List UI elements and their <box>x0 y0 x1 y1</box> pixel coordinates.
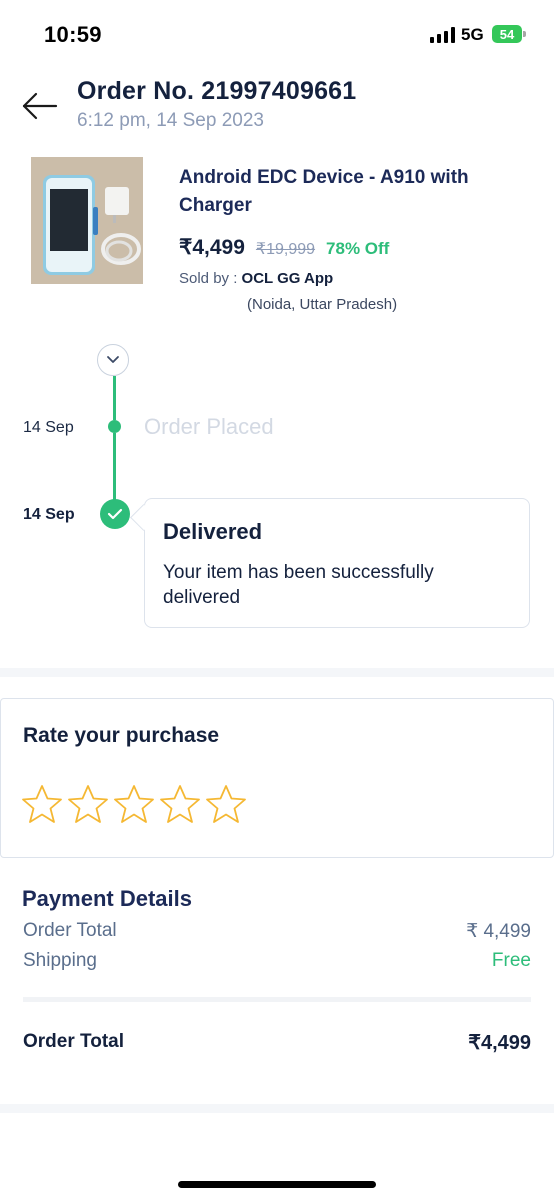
section-divider <box>0 1104 554 1113</box>
timeline-date: 14 Sep <box>23 419 74 436</box>
discount-badge: 78% Off <box>326 239 390 258</box>
product-name[interactable]: Android EDC Device - A910 with Charger <box>179 164 519 220</box>
star-icon[interactable] <box>205 783 247 825</box>
star-icon[interactable] <box>21 783 63 825</box>
star-icon[interactable] <box>67 783 109 825</box>
shipping-value: Free <box>491 950 531 971</box>
order-total-value: ₹4,499 <box>468 1032 531 1054</box>
battery-icon: 54 <box>492 25 522 43</box>
seller-location: (Noida, Uttar Pradesh) <box>247 296 398 313</box>
back-button[interactable] <box>20 88 60 124</box>
timeline-dot <box>108 420 121 433</box>
order-title: Order No. 21997409661 <box>77 77 357 105</box>
star-icon[interactable] <box>113 783 155 825</box>
timeline-date-active: 14 Sep <box>23 506 75 523</box>
cellular-signal-icon <box>430 27 456 43</box>
timeline-expand-button[interactable] <box>97 344 129 376</box>
sold-by: Sold by : OCL GG App <box>179 270 333 287</box>
selling-price: ₹4,499 <box>179 236 245 259</box>
battery-cap <box>523 31 526 37</box>
price-row: ₹4,499 ₹19,999 78% Off <box>179 235 389 260</box>
network-label: 5G <box>461 25 484 44</box>
payment-row-value: ₹ 4,499 <box>466 921 531 942</box>
timeline-line-top <box>113 376 116 420</box>
order-total-label: Order Total <box>23 1031 124 1052</box>
timeline-line-bottom <box>113 433 116 501</box>
product-image[interactable] <box>31 157 143 284</box>
original-price: ₹19,999 <box>255 241 316 258</box>
section-divider <box>0 668 554 677</box>
battery-level: 54 <box>499 26 515 42</box>
payment-divider <box>23 997 531 1002</box>
order-date: 6:12 pm, 14 Sep 2023 <box>77 110 264 131</box>
timeline-status: Order Placed <box>144 414 274 439</box>
rating-title: Rate your purchase <box>23 724 220 747</box>
checkmark-icon <box>100 499 130 529</box>
arrow-left-icon <box>22 92 58 120</box>
rating-section <box>0 698 554 858</box>
payment-title: Payment Details <box>22 886 192 911</box>
delivery-status-description: Your item has been successfully delivere… <box>163 562 434 608</box>
status-time: 10:59 <box>44 22 102 47</box>
star-rating[interactable] <box>21 783 247 825</box>
delivery-status-title: Delivered <box>163 519 263 544</box>
sold-by-label: Sold by : <box>179 270 242 287</box>
chevron-down-icon <box>107 356 119 363</box>
payment-row-label: Order Total <box>23 920 117 941</box>
star-icon[interactable] <box>159 783 201 825</box>
home-indicator[interactable] <box>178 1181 376 1188</box>
payment-row-label: Shipping <box>23 950 97 971</box>
seller-name: OCL GG App <box>241 270 334 287</box>
